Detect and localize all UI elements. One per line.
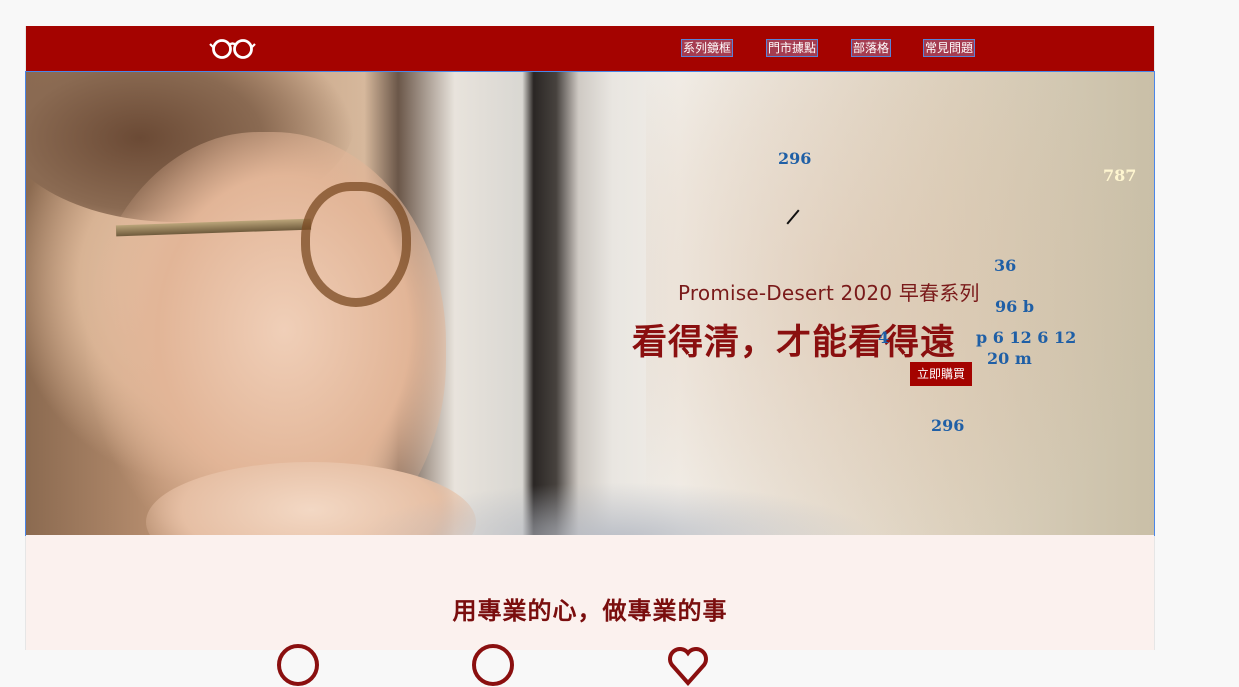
buy-now-button[interactable]: 立即購買 [910, 362, 972, 386]
hero-title: 看得清，才能看得遠 [632, 323, 957, 363]
debug-label-subtitle-size: 36 [994, 256, 1017, 275]
page-container: 系列鏡框 門市據點 部落格 常見問題 296 787 Promise-Deser… [25, 26, 1155, 687]
debug-label-padding: p 6 12 6 12 [976, 328, 1077, 347]
debug-label-width: 787 [1103, 166, 1137, 185]
features-section: 用專業的心，做專業的事 [26, 535, 1154, 687]
nav-link-frames[interactable]: 系列鏡框 [680, 39, 734, 57]
hero-banner: 296 787 Promise-Desert 2020 早春系列 36 看得清，… [25, 71, 1155, 536]
hero-photo-glasses-frame [301, 182, 411, 307]
nav-link-blog[interactable]: 部落格 [850, 39, 892, 57]
hero-photo-sweater [356, 482, 876, 535]
nav-link-stores[interactable]: 門市據點 [765, 39, 819, 57]
nav-link-faq[interactable]: 常見問題 [922, 39, 976, 57]
hero-subtitle: Promise-Desert 2020 早春系列 [678, 281, 980, 305]
section-title: 用專業的心，做專業的事 [452, 597, 728, 625]
debug-label-button-left: 4 [878, 328, 890, 347]
debug-label-bottom-margin: 296 [931, 416, 965, 435]
debug-label-button-margin: 20 m [987, 349, 1032, 368]
debug-label-title-size: 96 b [995, 297, 1035, 316]
glasses-logo-icon[interactable] [208, 34, 258, 64]
top-navbar: 系列鏡框 門市據點 部落格 常見問題 [26, 26, 1154, 71]
debug-label-top-margin: 296 [778, 149, 812, 168]
